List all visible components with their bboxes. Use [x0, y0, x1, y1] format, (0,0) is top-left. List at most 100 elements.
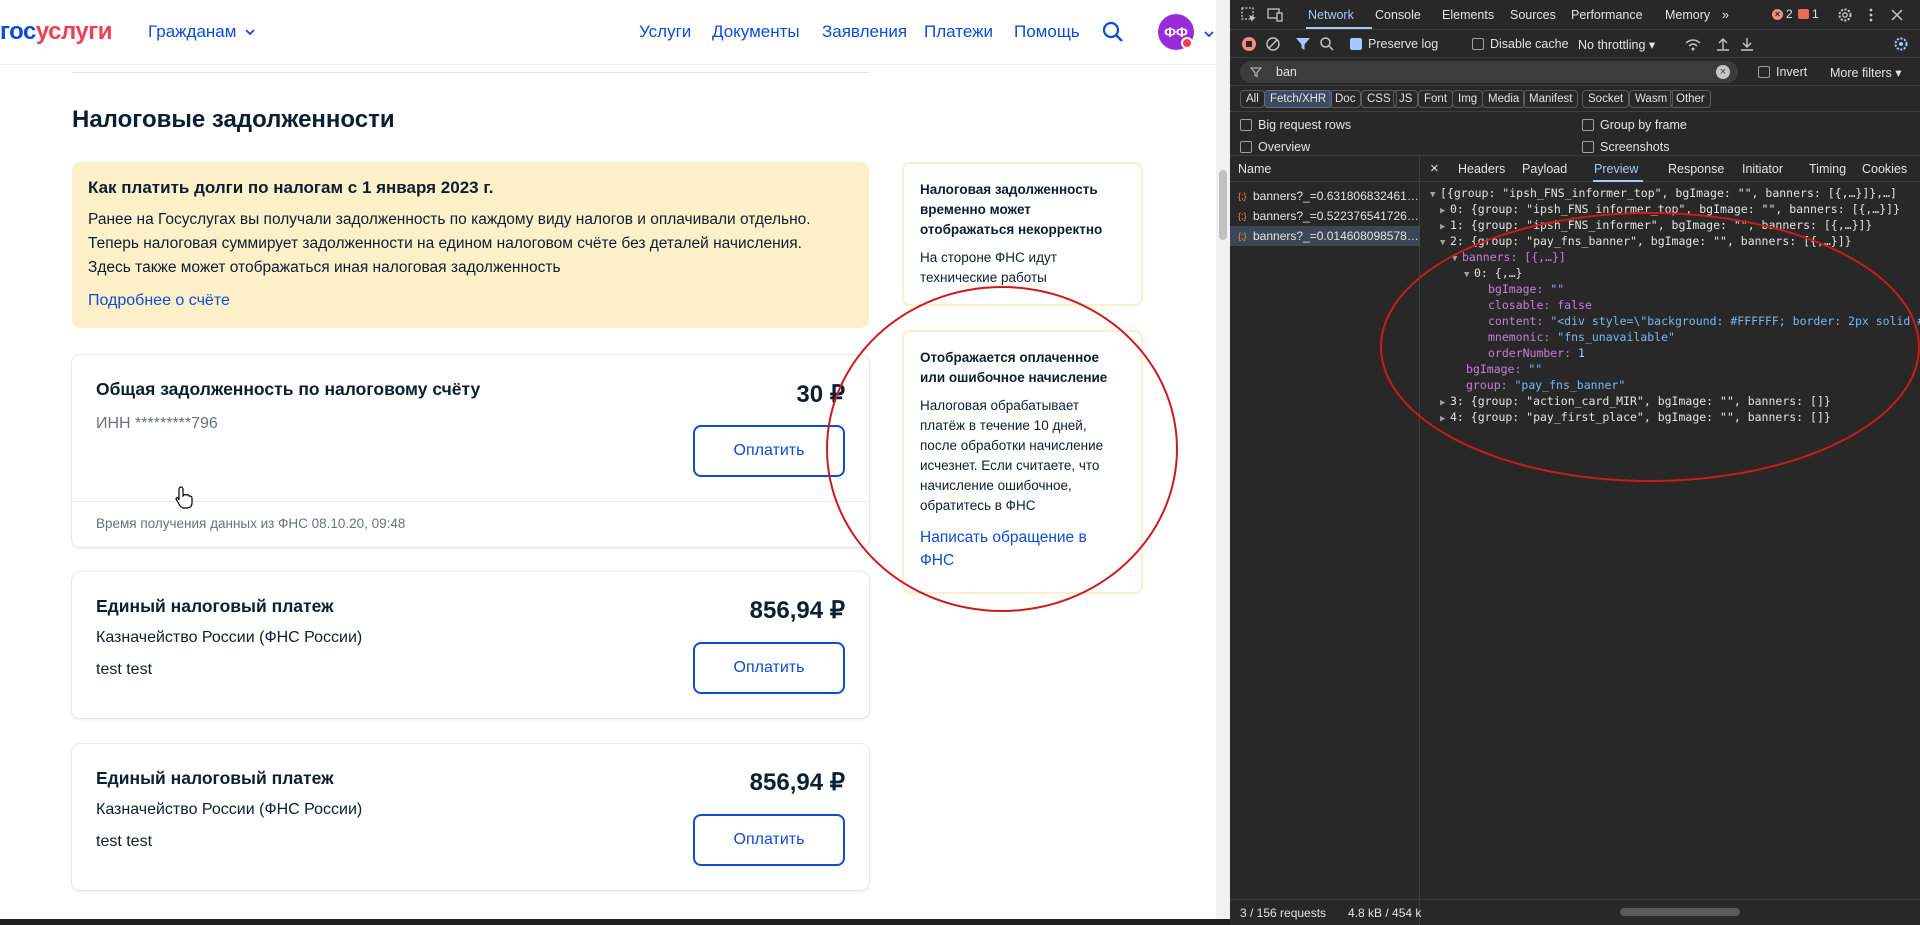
xhr-icon: {;}	[1238, 231, 1247, 241]
close-icon[interactable]	[1888, 6, 1906, 24]
group-frame-checkbox[interactable]	[1582, 119, 1594, 131]
throttling-select[interactable]: No throttling ▾	[1578, 37, 1655, 52]
more-filters-dropdown[interactable]: More filters ▾	[1830, 65, 1902, 80]
big-rows-checkbox[interactable]	[1240, 119, 1252, 131]
devtools-panel: Network Console Elements Sources Perform…	[1230, 0, 1920, 925]
settings-gear-icon[interactable]	[1836, 6, 1854, 24]
pay-button[interactable]: Оплатить	[693, 425, 845, 477]
export-icon[interactable]	[1738, 35, 1756, 53]
json-item[interactable]: ▶ 4: {group: "pay_first_place", bgImage: …	[1440, 410, 1831, 426]
import-icon[interactable]	[1714, 35, 1732, 53]
pay-button[interactable]: Оплатить	[693, 642, 845, 694]
filter-input[interactable]: ban ×	[1240, 61, 1738, 83]
account-details-link[interactable]: Подробнее о счёте	[88, 292, 853, 310]
type-css[interactable]: CSS	[1361, 90, 1397, 108]
search-icon[interactable]	[1101, 20, 1125, 44]
divider	[72, 72, 869, 73]
nav-services[interactable]: Услуги	[639, 22, 691, 42]
tab-console[interactable]: Console	[1375, 8, 1421, 22]
page-title: Налоговые задолженности	[72, 106, 395, 133]
clear-filter-icon[interactable]: ×	[1716, 65, 1730, 79]
info-banner-text: Ранее на Госуслугах вы получали задолжен…	[88, 211, 811, 276]
type-doc[interactable]: Doc	[1329, 90, 1362, 108]
type-all[interactable]: All	[1240, 90, 1265, 108]
type-socket[interactable]: Socket	[1582, 90, 1630, 108]
fns-appeal-link[interactable]: Написать обращение в ФНС	[920, 526, 1125, 572]
close-icon[interactable]: ×	[1430, 160, 1439, 177]
recipient: Казначейство России (ФНС России)	[96, 629, 363, 646]
json-banners[interactable]: ▼ banners: [{,…}]	[1452, 250, 1566, 266]
kebab-menu-icon[interactable]	[1862, 6, 1880, 24]
json-item[interactable]: ▶ 3: {group: "action_card_MIR", bgImage: …	[1440, 394, 1831, 410]
tab-headers[interactable]: Headers	[1458, 162, 1505, 176]
hand-cursor-icon	[175, 486, 193, 509]
preserve-log-checkbox[interactable]	[1350, 38, 1362, 50]
scrollbar-thumb[interactable]	[1219, 170, 1227, 240]
clear-icon[interactable]	[1264, 35, 1282, 53]
triangle-right-icon: ▶	[1440, 414, 1446, 424]
error-count-badge[interactable]: × 2	[1772, 7, 1793, 21]
wifi-conditions-icon[interactable]	[1684, 35, 1702, 53]
tab-response[interactable]: Response	[1668, 162, 1724, 176]
debt-card-ens-1: Единый налоговый платеж Казначейство Рос…	[72, 572, 869, 718]
triangle-right-icon: ▶	[1440, 398, 1446, 408]
json-item[interactable]: ▶ 1: {group: "ipsh_FNS_informer", bgImage…	[1440, 218, 1872, 234]
citizens-menu[interactable]: Гражданам	[148, 22, 256, 42]
json-item-expanded[interactable]: ▼ 2: {group: "pay_fns_banner", bgImage: "…	[1440, 234, 1852, 250]
page-scrollbar[interactable]	[1216, 0, 1230, 925]
tab-elements[interactable]: Elements	[1442, 8, 1494, 22]
debt-amount: 856,94 ₽	[749, 769, 845, 796]
type-fetch-xhr[interactable]: Fetch/XHR	[1264, 90, 1333, 108]
gosuslugi-logo[interactable]: госуслуги	[0, 18, 113, 46]
more-tabs-icon[interactable]: »	[1722, 8, 1729, 22]
tab-cookies[interactable]: Cookies	[1862, 162, 1907, 176]
type-other[interactable]: Other	[1670, 90, 1711, 108]
overview-checkbox[interactable]	[1240, 141, 1252, 153]
request-row[interactable]: {;} banners?_=0.522376541726…	[1230, 206, 1420, 226]
tab-preview[interactable]: Preview	[1594, 162, 1638, 176]
json-prop: closable: false	[1488, 298, 1592, 312]
json-item[interactable]: ▶ 0: {group: "ipsh_FNS_informer_top", bgI…	[1440, 202, 1900, 218]
invert-checkbox[interactable]	[1758, 66, 1770, 78]
nav-applications[interactable]: Заявления	[822, 22, 907, 42]
filter-icon[interactable]	[1294, 35, 1312, 53]
type-media[interactable]: Media	[1482, 90, 1526, 108]
record-stop-icon[interactable]	[1240, 35, 1258, 53]
json-banner-0[interactable]: ▼ 0: {,…}	[1464, 266, 1522, 282]
tab-memory[interactable]: Memory	[1665, 8, 1710, 22]
card-title: Единый налоговый платеж	[96, 768, 334, 788]
chevron-down-icon[interactable]	[1203, 28, 1215, 40]
type-img[interactable]: Img	[1452, 90, 1484, 108]
pay-button[interactable]: Оплатить	[693, 814, 845, 866]
network-options: Big request rows Group by frame Overview…	[1230, 112, 1920, 156]
site-header: госуслуги Гражданам Услуги Документы Зая…	[0, 0, 1216, 64]
request-row-selected[interactable]: {;} banners?_=0.014608098578…	[1230, 226, 1420, 246]
overview-label: Overview	[1258, 140, 1311, 154]
debt-card-ens-2: Единый налоговый платеж Казначейство Рос…	[72, 744, 869, 890]
request-detail: × Headers Payload Preview Response Initi…	[1420, 156, 1920, 925]
tab-network[interactable]: Network	[1308, 8, 1354, 22]
disable-cache-checkbox[interactable]	[1472, 38, 1484, 50]
nav-payments[interactable]: Платежи	[924, 22, 993, 42]
tab-timing[interactable]: Timing	[1809, 162, 1846, 176]
inspect-icon[interactable]	[1240, 6, 1258, 24]
type-wasm[interactable]: Wasm	[1629, 90, 1674, 108]
screenshots-checkbox[interactable]	[1582, 141, 1594, 153]
json-root[interactable]: ▼ [{group: "ipsh_FNS_informer_top", bgIma…	[1430, 186, 1897, 202]
type-manifest[interactable]: Manifest	[1523, 90, 1579, 108]
search-icon[interactable]	[1318, 35, 1336, 53]
name-column-header[interactable]: Name	[1230, 156, 1420, 182]
tab-sources[interactable]: Sources	[1510, 8, 1556, 22]
tab-performance[interactable]: Performance	[1571, 8, 1643, 22]
network-settings-icon[interactable]	[1892, 35, 1910, 53]
type-font[interactable]: Font	[1418, 90, 1454, 108]
warning-count-badge[interactable]: 1	[1798, 7, 1819, 21]
request-row[interactable]: {;} banners?_=0.631806832461…	[1230, 186, 1420, 206]
device-toolbar-icon[interactable]	[1266, 6, 1284, 24]
nav-help[interactable]: Помощь	[1014, 22, 1080, 42]
type-js[interactable]: JS	[1393, 90, 1419, 108]
tab-initiator[interactable]: Initiator	[1742, 162, 1783, 176]
tab-payload[interactable]: Payload	[1522, 162, 1567, 176]
nav-documents[interactable]: Документы	[712, 22, 800, 42]
detail-tabbar: × Headers Payload Preview Response Initi…	[1420, 156, 1920, 182]
